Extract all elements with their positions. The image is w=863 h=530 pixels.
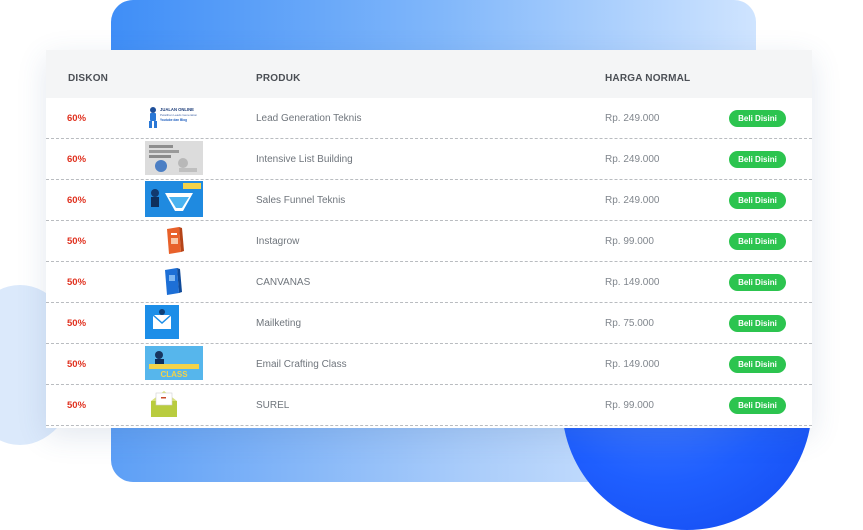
table-row: 50% Instagrow Rp. 99.000 Beli Disini: [46, 221, 812, 262]
instagrow-thumbnail: [145, 223, 203, 257]
lead-thumb-subtitle: Pelatihan Leads Generation: [160, 113, 198, 117]
table-row: 60% Intensive List Building Rp. 249.000 …: [46, 139, 812, 180]
product-price: Rp. 99.000: [605, 400, 654, 411]
email-crafting-thumbnail: CLASS: [145, 346, 203, 380]
table-row: 60% JUALAN ONLINE Pelatihan Leads Genera…: [46, 98, 812, 139]
email-thumb-caption: CLASS: [160, 370, 188, 379]
product-price: Rp. 149.000: [605, 277, 660, 288]
discount-label: 60%: [67, 113, 87, 124]
buy-button[interactable]: Beli Disini: [729, 151, 786, 168]
header-price: HARGA NORMAL: [605, 73, 691, 84]
table-row: 50% CLASS Email Crafting Class Rp. 149.0…: [46, 344, 812, 385]
product-price: Rp. 75.000: [605, 318, 654, 329]
discount-label: 50%: [67, 277, 87, 288]
product-name: Lead Generation Teknis: [256, 113, 362, 124]
discount-label: 60%: [67, 195, 87, 206]
product-name: Email Crafting Class: [256, 359, 347, 370]
lead-generation-thumbnail: JUALAN ONLINE Pelatihan Leads Generation…: [145, 100, 203, 134]
product-price: Rp. 149.000: [605, 359, 660, 370]
discount-label: 50%: [67, 236, 87, 247]
product-name: Intensive List Building: [256, 154, 353, 165]
discount-label: 60%: [67, 154, 87, 165]
product-price: Rp. 99.000: [605, 236, 654, 247]
buy-button[interactable]: Beli Disini: [729, 233, 786, 250]
pricing-table: DISKON PRODUK HARGA NORMAL 60% JUALAN ON…: [46, 50, 812, 428]
discount-label: 50%: [67, 400, 87, 411]
buy-button[interactable]: Beli Disini: [729, 192, 786, 209]
product-name: CANVANAS: [256, 277, 311, 288]
product-name: Mailketing: [256, 318, 302, 329]
product-name: SUREL: [256, 400, 290, 411]
table-row: 60% Sales Funnel Teknis Rp. 249.000 Beli…: [46, 180, 812, 221]
header-product: PRODUK: [256, 73, 301, 84]
product-price: Rp. 249.000: [605, 113, 660, 124]
buy-button[interactable]: Beli Disini: [729, 397, 786, 414]
canvanas-thumbnail: [145, 264, 203, 298]
table-row: 50% CANVANAS Rp. 149.000 Beli Disini: [46, 262, 812, 303]
table-row: 50% SUREL Rp. 99.000 Beli Disini: [46, 385, 812, 426]
buy-button[interactable]: Beli Disini: [729, 274, 786, 291]
surel-thumbnail: [145, 387, 203, 421]
list-building-thumbnail: [145, 141, 203, 175]
lead-thumb-caption: Youtube dan Blog: [160, 118, 187, 122]
product-price: Rp. 249.000: [605, 154, 660, 165]
product-name: Instagrow: [256, 236, 300, 247]
buy-button[interactable]: Beli Disini: [729, 356, 786, 373]
buy-button[interactable]: Beli Disini: [729, 315, 786, 332]
product-price: Rp. 249.000: [605, 195, 660, 206]
product-name: Sales Funnel Teknis: [256, 195, 346, 206]
header-discount: DISKON: [68, 73, 109, 84]
buy-button[interactable]: Beli Disini: [729, 110, 786, 127]
discount-label: 50%: [67, 318, 87, 329]
sales-funnel-thumbnail: [145, 181, 203, 217]
mailketing-thumbnail: [145, 305, 203, 339]
lead-thumb-title: JUALAN ONLINE: [160, 107, 194, 112]
discount-label: 50%: [67, 359, 87, 370]
table-row: 50% Mailketing Rp. 75.000 Beli Disini: [46, 303, 812, 344]
table-header: DISKON PRODUK HARGA NORMAL: [46, 50, 812, 98]
